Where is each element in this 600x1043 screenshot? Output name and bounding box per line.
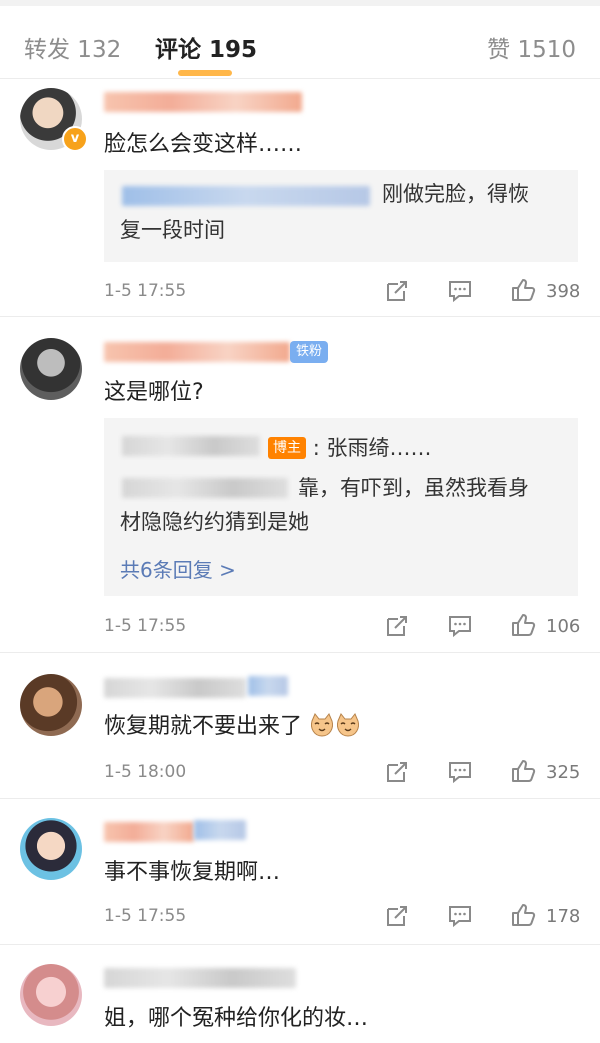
comment-icon[interactable] bbox=[447, 759, 473, 785]
thumbs-up-icon[interactable] bbox=[510, 612, 536, 638]
reply-username-blurred[interactable] bbox=[122, 436, 260, 456]
repost-icon[interactable] bbox=[384, 613, 410, 639]
reply-text-line: 复一段时间 bbox=[120, 218, 225, 242]
like-count: 325 bbox=[546, 762, 581, 783]
reply-username-blurred[interactable] bbox=[122, 478, 288, 498]
comment-time: 1-5 17:55 bbox=[104, 906, 187, 926]
avatar[interactable] bbox=[20, 964, 82, 1026]
comment-text: 这是哪位? bbox=[104, 380, 204, 405]
comment-text: 脸怎么会变这样…… bbox=[104, 132, 303, 157]
divider bbox=[0, 652, 600, 653]
repost-icon[interactable] bbox=[384, 759, 410, 785]
thumbs-up-icon[interactable] bbox=[510, 277, 536, 303]
view-more-replies-link[interactable]: 共6条回复 > bbox=[120, 554, 236, 583]
repost-icon[interactable] bbox=[384, 903, 410, 929]
comment-text-content: 恢复期就不要出来了 bbox=[104, 714, 303, 739]
cat-face-emoji-icon bbox=[311, 713, 333, 737]
username-blurred[interactable] bbox=[104, 92, 302, 112]
comment-icon[interactable] bbox=[447, 613, 473, 639]
like-count: 178 bbox=[546, 906, 581, 927]
reply-username-blurred[interactable] bbox=[122, 186, 370, 206]
username-blurred[interactable] bbox=[104, 822, 194, 842]
tab-reposts[interactable]: 转发 132 bbox=[24, 30, 121, 64]
reply-text-line: 刚做完脸，得恢 bbox=[382, 182, 529, 206]
thumbs-up-icon[interactable] bbox=[510, 758, 536, 784]
comment-text: 恢复期就不要出来了 bbox=[104, 712, 361, 742]
comment-text: 姐，哪个冤种给你化的妆… bbox=[104, 1006, 369, 1031]
username-blurred[interactable] bbox=[104, 342, 290, 362]
username-blurred[interactable] bbox=[104, 968, 296, 988]
cat-face-emoji-icon bbox=[337, 713, 359, 737]
username-blurred[interactable] bbox=[104, 678, 246, 698]
fan-badge: 铁粉 bbox=[290, 341, 329, 363]
tab-likes[interactable]: 赞 1510 bbox=[487, 30, 576, 64]
avatar[interactable] bbox=[20, 338, 82, 400]
verified-badge-icon: v bbox=[62, 126, 88, 152]
like-count: 398 bbox=[546, 281, 581, 302]
blogger-badge: 博主 bbox=[268, 437, 306, 459]
comment-time: 1-5 17:55 bbox=[104, 616, 187, 636]
comment-text: 事不事恢复期啊… bbox=[104, 860, 281, 885]
comment-time: 1-5 17:55 bbox=[104, 281, 187, 301]
like-count: 106 bbox=[546, 616, 581, 637]
comment-icon[interactable] bbox=[447, 903, 473, 929]
active-tab-indicator bbox=[178, 70, 232, 76]
tab-comments[interactable]: 评论 195 bbox=[155, 30, 257, 64]
avatar[interactable] bbox=[20, 674, 82, 736]
avatar[interactable] bbox=[20, 818, 82, 880]
fan-badge-blurred bbox=[248, 676, 288, 696]
reply-text-line: 博主 : 张雨绮…… bbox=[268, 432, 431, 464]
divider bbox=[0, 944, 600, 945]
reply-box[interactable]: 博主 : 张雨绮…… 靠，有吓到，虽然我看身 材隐隐约约猜到是她 共6条回复 > bbox=[104, 418, 578, 596]
thumbs-up-icon[interactable] bbox=[510, 902, 536, 928]
divider bbox=[0, 316, 600, 317]
fan-badge-blurred bbox=[194, 820, 246, 840]
reply-text-line: 材隐隐约约猜到是她 bbox=[120, 510, 309, 534]
divider bbox=[0, 798, 600, 799]
repost-icon[interactable] bbox=[384, 278, 410, 304]
comment-time: 1-5 18:00 bbox=[104, 762, 187, 782]
comment-icon[interactable] bbox=[447, 278, 473, 304]
reply-text-line: 靠，有吓到，虽然我看身 bbox=[298, 476, 529, 500]
tab-bar: 转发 132 评论 195 赞 1510 bbox=[0, 6, 600, 79]
reply-box[interactable]: 刚做完脸，得恢 复一段时间 bbox=[104, 170, 578, 262]
reply-text: : 张雨绮…… bbox=[312, 436, 432, 460]
